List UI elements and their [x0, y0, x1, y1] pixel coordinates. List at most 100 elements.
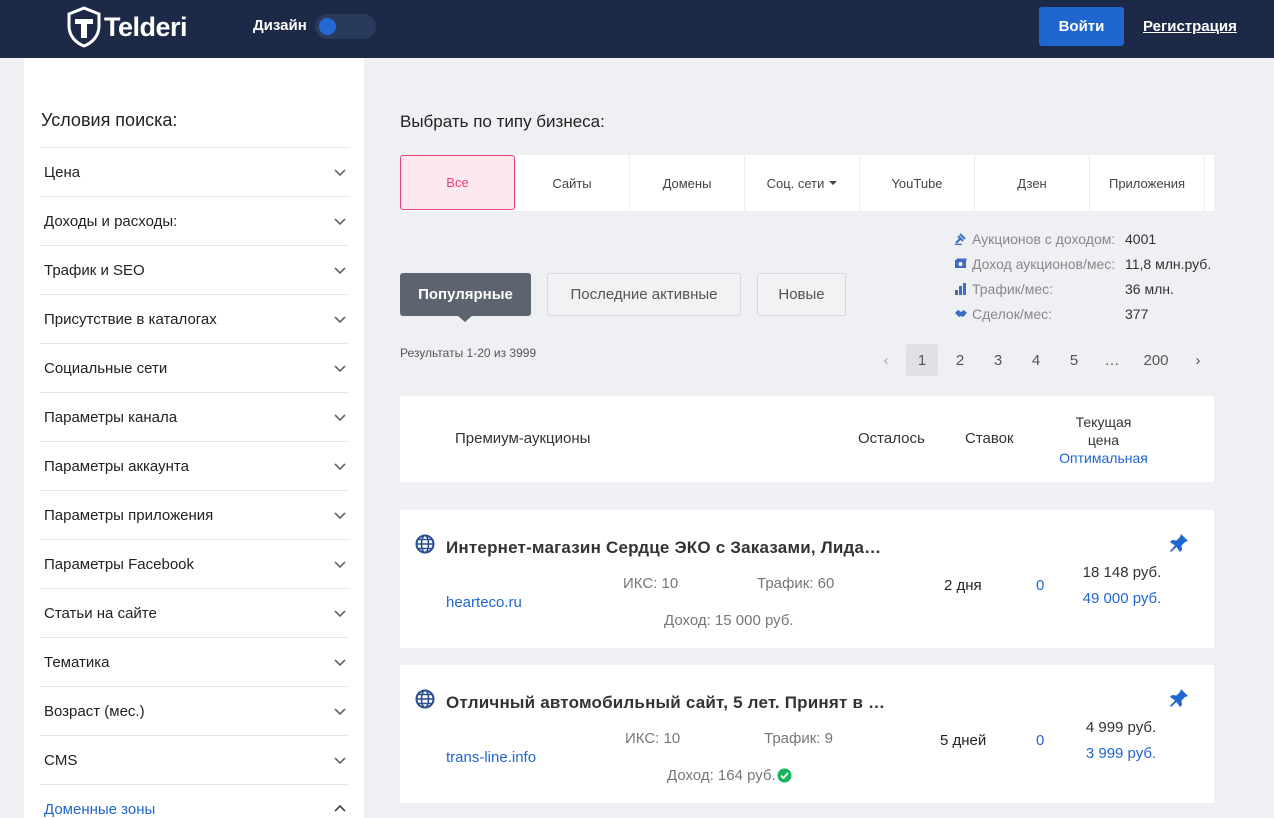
- login-button[interactable]: Войти: [1039, 7, 1124, 46]
- bar-chart-icon: [955, 283, 966, 295]
- lot-title[interactable]: Интернет-магазин Сердце ЭКО с Заказами, …: [446, 538, 881, 558]
- pagination: ‹ 1 2 3 4 5 … 200 ›: [872, 344, 1218, 376]
- type-tab[interactable]: Домены: [630, 155, 745, 211]
- page-button[interactable]: 200: [1134, 344, 1178, 376]
- filter-list: Цена Доходы и расходы: Трафик и SEO Присутс…: [40, 147, 349, 818]
- telderi-logo[interactable]: Telderi: [66, 6, 188, 48]
- register-link[interactable]: Регистрация: [1143, 18, 1237, 35]
- filter-item[interactable]: Присутствие в каталогах: [40, 294, 349, 343]
- lot-price: 4 999 руб.: [1085, 719, 1157, 736]
- chevron-down-icon: [334, 169, 346, 177]
- filter-item[interactable]: CMS: [40, 735, 349, 784]
- filter-item[interactable]: Доменные зоны: [40, 784, 349, 818]
- lot-domain-link[interactable]: hearteco.ru: [446, 594, 522, 611]
- table-header: Премиум-аукционы Осталось Ставок Текущая…: [400, 396, 1214, 482]
- next-page-icon[interactable]: ›: [1184, 344, 1212, 376]
- toggle-knob: [319, 18, 336, 35]
- sort-tab-recent[interactable]: Последние активные: [547, 273, 741, 316]
- design-toggle[interactable]: [315, 14, 376, 39]
- column-price-optimal[interactable]: Оптимальная: [1045, 449, 1162, 467]
- lot-domain-link[interactable]: trans-line.info: [446, 749, 536, 766]
- stat-row: Трафик/мес: 36 млн.: [954, 276, 1214, 301]
- page-button[interactable]: 3: [982, 344, 1014, 376]
- stat-label: Трафик/мес:: [972, 280, 1053, 297]
- search-filters-sidebar: Условия поиска: Цена Доходы и расходы: Тра…: [24, 58, 364, 818]
- type-tab[interactable]: Приложения: [1090, 155, 1205, 211]
- chevron-down-icon: [334, 218, 346, 226]
- stat-value: 36 млн.: [1125, 280, 1174, 297]
- filter-item-label: Параметры канала: [44, 408, 178, 426]
- lot-card[interactable]: Интернет-магазин Сердце ЭКО с Заказами, …: [400, 510, 1214, 648]
- lot-bids[interactable]: 0: [1036, 577, 1044, 594]
- stat-value: 377: [1125, 305, 1149, 322]
- chevron-down-icon: [334, 561, 346, 569]
- filter-item[interactable]: Тематика: [40, 637, 349, 686]
- page-button[interactable]: 5: [1058, 344, 1090, 376]
- caret-down-icon: [829, 181, 838, 185]
- lot-price-optimal[interactable]: 49 000 руб.: [1072, 590, 1172, 607]
- filter-item[interactable]: Социальные сети: [40, 343, 349, 392]
- type-tab[interactable]: Дзен: [975, 155, 1090, 211]
- chevron-down-icon: [334, 316, 346, 324]
- filter-item-label: Трафик и SEO: [44, 261, 145, 279]
- business-type-tabs: Все Сайты Домены Соц. сети YouTube Дзен Прилож…: [400, 155, 1214, 211]
- filter-item[interactable]: Трафик и SEO: [40, 245, 349, 294]
- type-tab[interactable]: YouTube: [860, 155, 975, 211]
- page-button: …: [1104, 351, 1120, 369]
- type-tab-label: Все: [446, 175, 469, 190]
- lot-traffic: Трафик: 60: [757, 575, 835, 592]
- type-tab-label: Соц. сети: [766, 175, 825, 191]
- filter-item-label: Параметры приложения: [44, 506, 214, 524]
- filter-item[interactable]: Возраст (мес.): [40, 686, 349, 735]
- chevron-down-icon: [334, 610, 346, 618]
- page-button[interactable]: 1: [906, 344, 938, 376]
- pin-icon[interactable]: [1168, 687, 1190, 709]
- column-price-line2: цена: [1087, 432, 1120, 448]
- top-header: Telderi Дизайн Войти Регистрация: [0, 0, 1274, 58]
- filter-item-label: Тематика: [44, 653, 110, 671]
- lot-iks: ИКС: 10: [623, 575, 679, 592]
- column-premium-auctions: Премиум-аукционы: [455, 430, 591, 447]
- lot-traffic: Трафик: 9: [764, 730, 833, 747]
- stat-row: Сделок/мес: 377: [954, 301, 1214, 326]
- filter-item-label: Статьи на сайте: [44, 604, 157, 622]
- type-tab[interactable]: Все: [400, 155, 515, 210]
- filter-item-label: Параметры Facebook: [44, 555, 194, 573]
- sort-tab-new[interactable]: Новые: [757, 273, 846, 316]
- column-remaining[interactable]: Осталось: [858, 430, 925, 447]
- column-price-line1: Текущая: [1075, 414, 1132, 430]
- type-tab[interactable]: Соц. сети: [745, 155, 860, 211]
- filter-item[interactable]: Цена: [40, 147, 349, 196]
- stat-value: 11,8 млн.руб.: [1125, 255, 1212, 272]
- filter-item[interactable]: Параметры приложения: [40, 490, 349, 539]
- logo-text: Telderi: [104, 11, 188, 42]
- page-button[interactable]: 2: [944, 344, 976, 376]
- prev-page-icon[interactable]: ‹: [872, 344, 900, 376]
- chevron-down-icon: [334, 365, 346, 373]
- filter-item-label: Параметры аккаунта: [44, 457, 189, 475]
- chevron-down-icon: [334, 708, 346, 716]
- filter-item[interactable]: Статьи на сайте: [40, 588, 349, 637]
- column-bids[interactable]: Ставок: [965, 430, 1014, 447]
- chevron-down-icon: [334, 267, 346, 275]
- page-button[interactable]: 4: [1020, 344, 1052, 376]
- filter-item[interactable]: Доходы и расходы:: [40, 196, 349, 245]
- filter-item[interactable]: Параметры Facebook: [40, 539, 349, 588]
- pin-icon[interactable]: [1168, 532, 1190, 554]
- type-tab-label: Дзен: [1017, 175, 1047, 191]
- lot-bids[interactable]: 0: [1036, 732, 1044, 749]
- filter-item[interactable]: Параметры канала: [40, 392, 349, 441]
- sort-tab-popular[interactable]: Популярные: [400, 273, 531, 322]
- type-tab[interactable]: Сайты: [515, 155, 630, 211]
- lot-income-text: Доход: 164 руб.: [667, 767, 776, 784]
- lot-remaining: 5 дней: [940, 732, 987, 749]
- column-price[interactable]: Текущая цена Оптимальная: [1045, 413, 1162, 467]
- lot-card[interactable]: Отличный автомобильный сайт, 5 лет. Прин…: [400, 665, 1214, 803]
- filter-item[interactable]: Параметры аккаунта: [40, 441, 349, 490]
- lot-title[interactable]: Отличный автомобильный сайт, 5 лет. Прин…: [446, 693, 885, 713]
- filter-item-label: Доходы и расходы:: [44, 212, 178, 230]
- lot-price-optimal[interactable]: 3 999 руб.: [1071, 745, 1171, 762]
- lot-income: Доход: 164 руб.: [667, 767, 792, 784]
- sidebar-title: Условия поиска:: [41, 110, 178, 130]
- lot-income: Доход: 15 000 руб.: [664, 612, 794, 629]
